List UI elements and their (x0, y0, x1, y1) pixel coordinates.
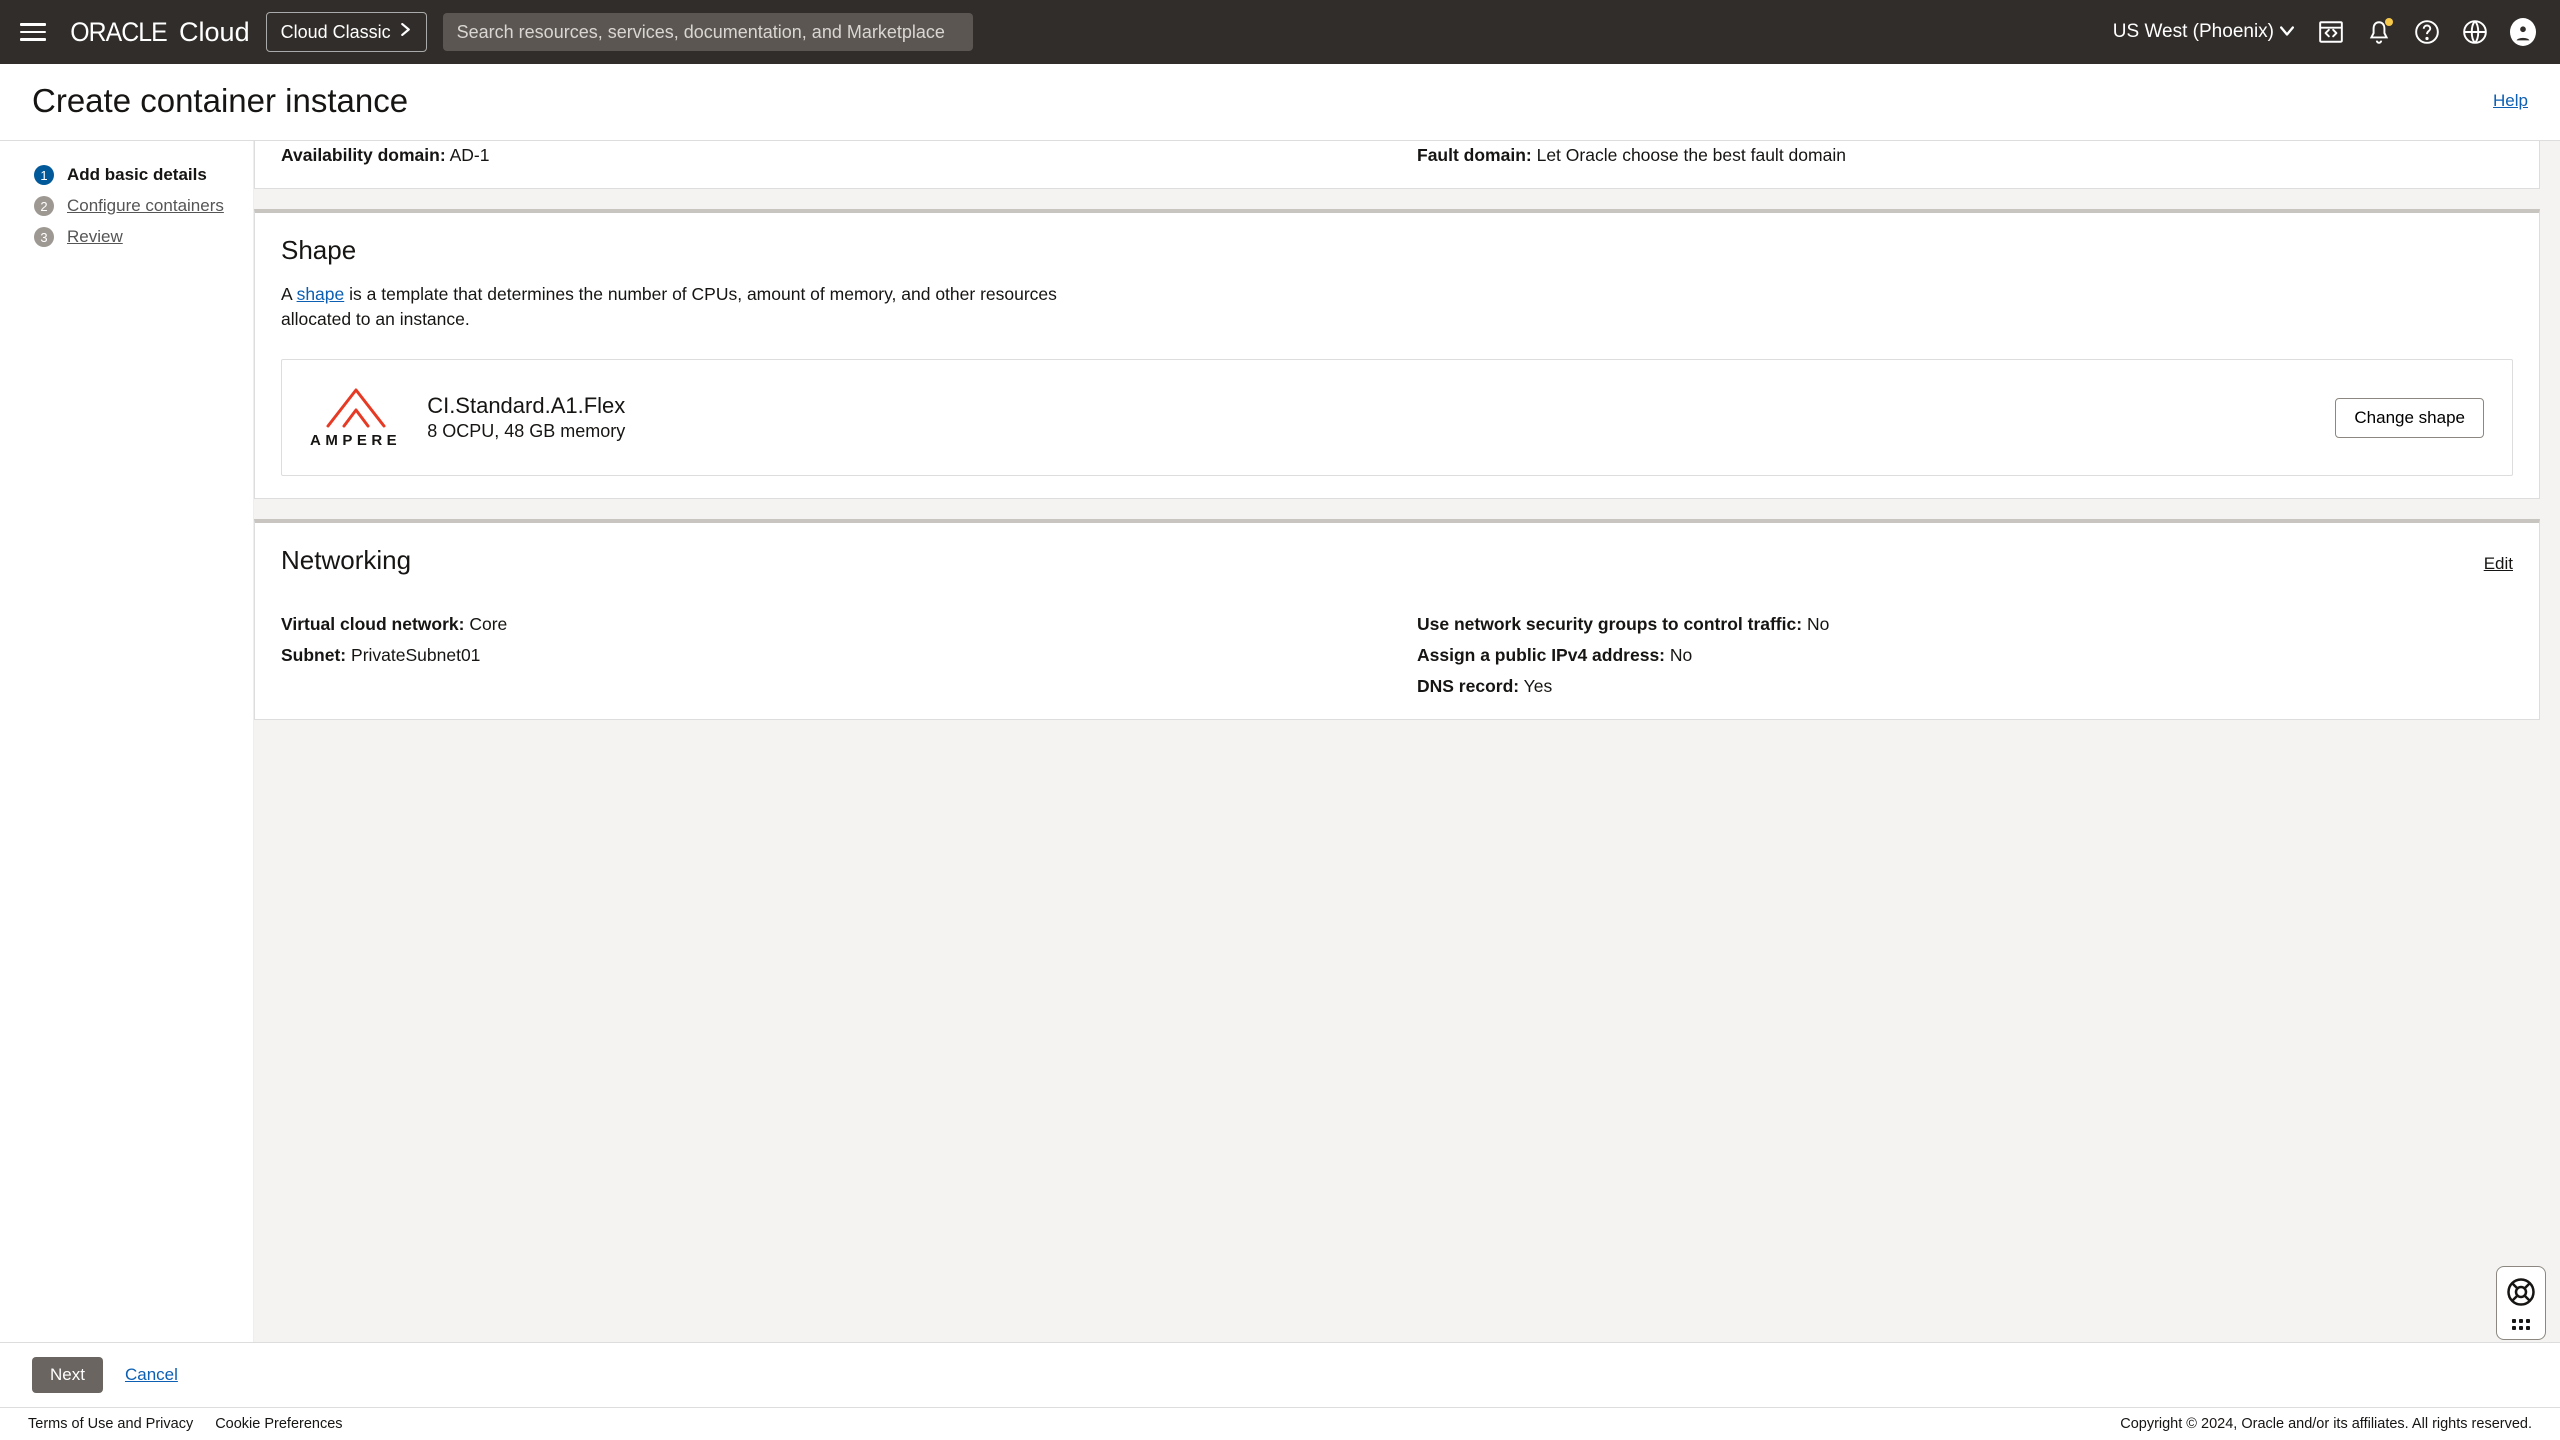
shape-description: A shape is a template that determines th… (281, 282, 1131, 331)
step-number: 3 (34, 227, 54, 247)
logo-product: Cloud (179, 17, 250, 48)
logo-brand: ORACLE (70, 17, 167, 48)
main-area: 1 Add basic details 2 Configure containe… (0, 140, 2560, 1342)
global-search-input[interactable] (443, 13, 973, 51)
step-configure-containers[interactable]: 2 Configure containers (34, 196, 237, 216)
fault-domain-label: Fault domain: (1417, 145, 1532, 165)
step-label: Add basic details (67, 165, 207, 185)
globe-icon[interactable] (2462, 19, 2488, 45)
next-button[interactable]: Next (32, 1357, 103, 1393)
global-header: ORACLE Cloud Cloud Classic US West (Phoe… (0, 0, 2560, 64)
fault-domain-value: Let Oracle choose the best fault domain (1537, 145, 1846, 165)
cloud-classic-label: Cloud Classic (281, 22, 391, 43)
shape-selection-box: AMPERE CI.Standard.A1.Flex 8 OCPU, 48 GB… (281, 359, 2513, 476)
profile-icon[interactable] (2510, 19, 2536, 45)
step-number: 1 (34, 165, 54, 185)
wizard-action-bar: Next Cancel (0, 1342, 2560, 1407)
floating-help-widget[interactable] (2496, 1266, 2546, 1340)
change-shape-button[interactable]: Change shape (2335, 398, 2484, 438)
cloud-classic-button[interactable]: Cloud Classic (266, 12, 427, 52)
region-label: US West (Phoenix) (2113, 21, 2274, 43)
lifesaver-icon (2506, 1277, 2536, 1312)
terms-link[interactable]: Terms of Use and Privacy (28, 1416, 193, 1432)
nsg-label: Use network security groups to control t… (1417, 614, 1802, 634)
wizard-steps-sidebar: 1 Add basic details 2 Configure containe… (0, 141, 254, 1342)
wizard-content: Availability domain: AD-1 Fault domain: … (254, 141, 2560, 1342)
placement-card: Availability domain: AD-1 Fault domain: … (254, 141, 2540, 189)
copyright-text: Copyright © 2024, Oracle and/or its affi… (2120, 1416, 2532, 1432)
legal-bar: Terms of Use and Privacy Cookie Preferen… (0, 1407, 2560, 1440)
vcn-value: Core (469, 614, 507, 634)
chevron-down-icon (2280, 24, 2294, 41)
page-title: Create container instance (32, 82, 408, 120)
shape-name: CI.Standard.A1.Flex (427, 393, 2309, 419)
subnet-label: Subnet: (281, 645, 346, 665)
dns-record-value: Yes (1524, 676, 1553, 696)
step-label: Review (67, 227, 123, 247)
step-add-basic-details[interactable]: 1 Add basic details (34, 165, 237, 185)
header-icons (2318, 19, 2544, 45)
networking-card: Networking Edit Virtual cloud network: C… (254, 519, 2540, 720)
nav-menu-button[interactable] (16, 17, 50, 47)
networking-edit-link[interactable]: Edit (2484, 554, 2513, 574)
shape-card: Shape A shape is a template that determi… (254, 209, 2540, 499)
cookie-prefs-link[interactable]: Cookie Preferences (215, 1416, 342, 1432)
availability-domain-value: AD-1 (450, 145, 490, 165)
step-label: Configure containers (67, 196, 224, 216)
dns-record-label: DNS record: (1417, 676, 1519, 696)
help-link[interactable]: Help (2493, 91, 2528, 111)
public-ip-value: No (1670, 645, 1692, 665)
region-selector[interactable]: US West (Phoenix) (2105, 21, 2302, 43)
shape-doc-link[interactable]: shape (297, 284, 345, 304)
notification-badge (2385, 18, 2393, 26)
vcn-label: Virtual cloud network: (281, 614, 464, 634)
dev-tools-icon[interactable] (2318, 19, 2344, 45)
page-title-row: Create container instance Help (0, 64, 2560, 141)
shape-specs: 8 OCPU, 48 GB memory (427, 421, 2309, 442)
availability-domain-label: Availability domain: (281, 145, 446, 165)
ampere-logo: AMPERE (310, 386, 401, 449)
networking-heading: Networking (281, 545, 411, 576)
cancel-link[interactable]: Cancel (125, 1365, 178, 1385)
shape-heading: Shape (281, 235, 2513, 266)
oracle-cloud-logo[interactable]: ORACLE Cloud (66, 17, 250, 48)
step-number: 2 (34, 196, 54, 216)
grip-dots-icon (2512, 1319, 2530, 1330)
subnet-value: PrivateSubnet01 (351, 645, 480, 665)
notifications-icon[interactable] (2366, 19, 2392, 45)
chevron-right-icon (399, 23, 412, 41)
ampere-logo-text: AMPERE (310, 432, 401, 449)
search-wrap (443, 13, 973, 51)
help-icon[interactable] (2414, 19, 2440, 45)
nsg-value: No (1807, 614, 1829, 634)
step-review[interactable]: 3 Review (34, 227, 237, 247)
public-ip-label: Assign a public IPv4 address: (1417, 645, 1665, 665)
